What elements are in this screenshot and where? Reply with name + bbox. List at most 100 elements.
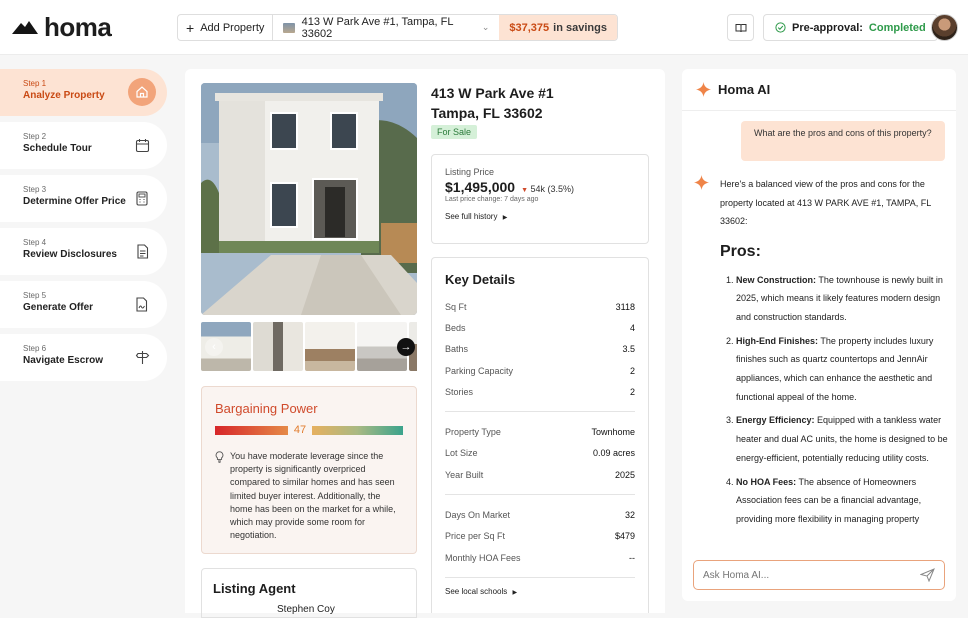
savings-badge: $37,375 in savings <box>499 15 617 40</box>
detail-row: Year Built 2025 <box>445 464 635 485</box>
detail-key: Monthly HOA Fees <box>445 552 521 563</box>
detail-key: Price per Sq Ft <box>445 531 506 542</box>
detail-value: -- <box>629 552 635 563</box>
property-address-line2: Tampa, FL 33602 <box>431 105 543 121</box>
price-drop-value: 54k (3.5%) <box>530 184 575 194</box>
ai-response: Here's a balanced view of the pros and c… <box>694 175 950 559</box>
property-panel: ‹ → 413 W Park Ave #1 Tampa, FL 33602 Fo… <box>185 69 665 618</box>
lightbulb-icon <box>215 451 224 463</box>
property-address-line1: 413 W Park Ave #1 <box>431 85 554 101</box>
next-photo-button[interactable]: → <box>397 338 415 356</box>
see-local-schools-link[interactable]: See local schools ▶ <box>445 587 635 596</box>
preapproval-status: Completed <box>868 21 926 34</box>
document-icon <box>128 237 156 265</box>
detail-value: 2 <box>629 386 635 397</box>
detail-row: Property Type Townhome <box>445 421 635 442</box>
step-navigate-escrow[interactable]: Step 6 Navigate Escrow <box>0 334 167 381</box>
detail-value: $479 <box>614 531 635 542</box>
plus-icon: + <box>186 19 195 36</box>
play-arrow-icon: ▶ <box>512 590 518 597</box>
house-photo-illustration <box>201 83 417 315</box>
list-item: No HOA Fees: The absence of Homeowners A… <box>736 473 950 529</box>
user-avatar[interactable] <box>931 14 958 41</box>
play-arrow-icon: ▶ <box>502 215 508 221</box>
thumbnail[interactable] <box>305 322 355 371</box>
previous-photo-button[interactable]: ‹ <box>205 338 223 356</box>
arrow-right-icon: → <box>400 341 412 353</box>
mountain-logo-icon <box>12 21 38 34</box>
property-main-photo[interactable] <box>201 83 417 315</box>
history-link-label: See full history <box>445 212 498 221</box>
ask-ai-field[interactable] <box>693 560 945 590</box>
divider <box>445 411 635 413</box>
pro-label: No HOA Fees: <box>736 476 797 487</box>
bargaining-power-title: Bargaining Power <box>215 401 318 416</box>
homa-logo[interactable]: homa <box>12 12 112 42</box>
detail-row: Parking Capacity 2 <box>445 360 635 381</box>
divider <box>445 494 635 496</box>
detail-row: Beds 4 <box>445 317 635 338</box>
home-icon <box>128 78 156 106</box>
detail-key: Days On Market <box>445 510 511 521</box>
preapproval-label: Pre-approval: <box>792 21 863 34</box>
agent-name: Stephen Coy <box>277 604 335 615</box>
step-determine-offer-price[interactable]: Step 3 Determine Offer Price <box>0 175 167 222</box>
savings-suffix: in savings <box>553 21 607 34</box>
listing-price-card: Listing Price $1,495,000 ▼ 54k (3.5%) La… <box>431 154 649 244</box>
key-details-title: Key Details <box>445 272 516 287</box>
signed-document-icon <box>128 290 156 318</box>
brand-name: homa <box>44 12 112 42</box>
thumbnail[interactable] <box>253 322 303 371</box>
detail-row: Baths 3.5 <box>445 339 635 360</box>
listing-price-value: $1,495,000 <box>445 179 516 195</box>
list-item: Energy Efficiency: Equipped with a tankl… <box>736 411 950 467</box>
detail-row: Price per Sq Ft $479 <box>445 526 635 547</box>
detail-row: Stories 2 <box>445 381 635 402</box>
savings-amount: $37,375 <box>509 21 550 34</box>
detail-value: 3118 <box>615 301 635 312</box>
detail-row: Lot Size 0.09 acres <box>445 443 635 464</box>
property-selector-group: + Add Property 413 W Park Ave #1, Tampa,… <box>177 14 618 41</box>
step-schedule-tour[interactable]: Step 2 Schedule Tour <box>0 122 167 169</box>
step-generate-offer[interactable]: Step 5 Generate Offer <box>0 281 167 328</box>
detail-value: Townhome <box>591 427 635 438</box>
top-bar: homa + Add Property 413 W Park Ave #1, T… <box>0 0 968 55</box>
detail-row: Monthly HOA Fees -- <box>445 547 635 568</box>
status-badge: For Sale <box>431 125 478 139</box>
bargaining-score: 47 <box>293 424 307 436</box>
last-price-change: Last price change: 7 days ago <box>445 196 539 203</box>
listing-agent-title: Listing Agent <box>213 581 296 596</box>
add-property-button[interactable]: + Add Property <box>178 15 274 40</box>
chevron-left-icon: ‹ <box>212 341 216 353</box>
schools-link-label: See local schools <box>445 587 508 597</box>
ask-ai-input[interactable] <box>703 569 903 581</box>
detail-key: Parking Capacity <box>445 365 514 376</box>
detail-row: Sq Ft 3118 <box>445 296 635 317</box>
step-analyze-property[interactable]: Step 1 Analyze Property <box>0 69 167 116</box>
divider <box>445 577 635 579</box>
preapproval-status-button[interactable]: Pre-approval: Completed <box>763 14 938 41</box>
pros-list: New Construction: The townhouse is newly… <box>720 271 950 529</box>
detail-value: 3.5 <box>622 344 635 355</box>
detail-value: 2 <box>629 365 635 376</box>
down-triangle-icon: ▼ <box>521 187 529 194</box>
address-label: 413 W Park Ave #1, Tampa, FL 33602 <box>301 15 454 40</box>
list-item: High-End Finishes: The property includes… <box>736 332 950 407</box>
address-dropdown[interactable]: 413 W Park Ave #1, Tampa, FL 33602 ⌄ <box>273 15 499 40</box>
ai-intro-text: Here's a balanced view of the pros and c… <box>720 179 931 226</box>
house-thumbnail-icon <box>283 22 295 33</box>
detail-value: 0.09 acres <box>592 448 635 459</box>
photo-thumbnails: ‹ → <box>201 322 417 371</box>
price-drop: ▼ 54k (3.5%) <box>521 184 574 194</box>
detail-key: Year Built <box>445 469 484 480</box>
see-full-history-link[interactable]: See full history ▶ <box>445 212 635 221</box>
detail-value: 4 <box>629 322 635 333</box>
check-circle-icon <box>775 22 786 33</box>
step-review-disclosures[interactable]: Step 4 Review Disclosures <box>0 228 167 275</box>
guide-button[interactable] <box>727 14 754 41</box>
property-title: 413 W Park Ave #1 Tampa, FL 33602 <box>431 83 651 123</box>
bargaining-power-meter: 47 <box>215 424 403 436</box>
detail-key: Beds <box>445 322 466 333</box>
pro-label: Energy Efficiency: <box>736 415 815 426</box>
send-icon[interactable] <box>920 568 935 582</box>
